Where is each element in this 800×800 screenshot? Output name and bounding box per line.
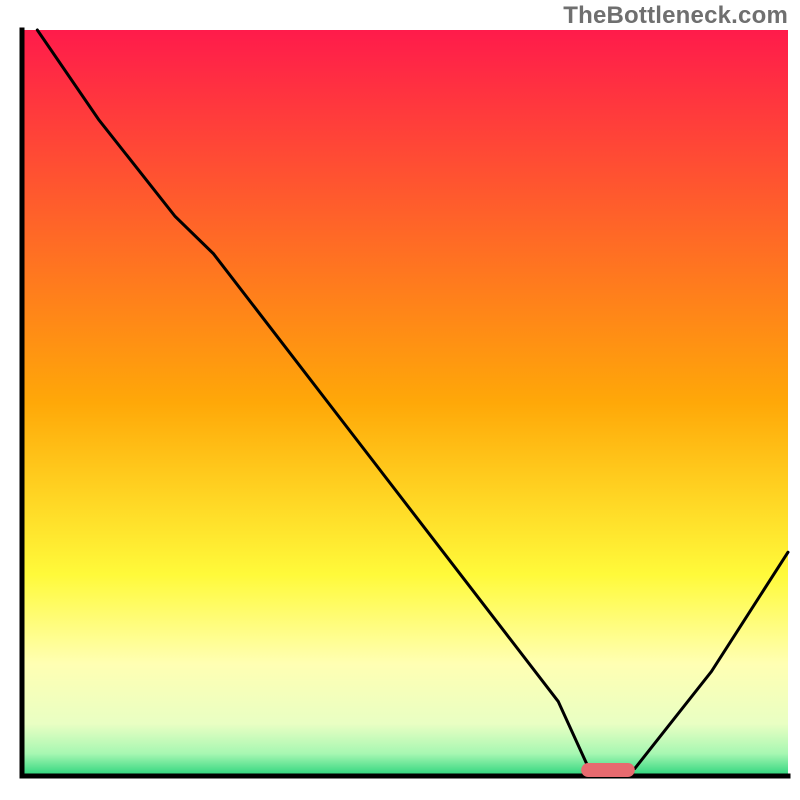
bottleneck-chart	[0, 0, 800, 800]
chart-container: TheBottleneck.com	[0, 0, 800, 800]
optimal-range-marker	[581, 763, 635, 777]
gradient-background	[22, 30, 788, 776]
